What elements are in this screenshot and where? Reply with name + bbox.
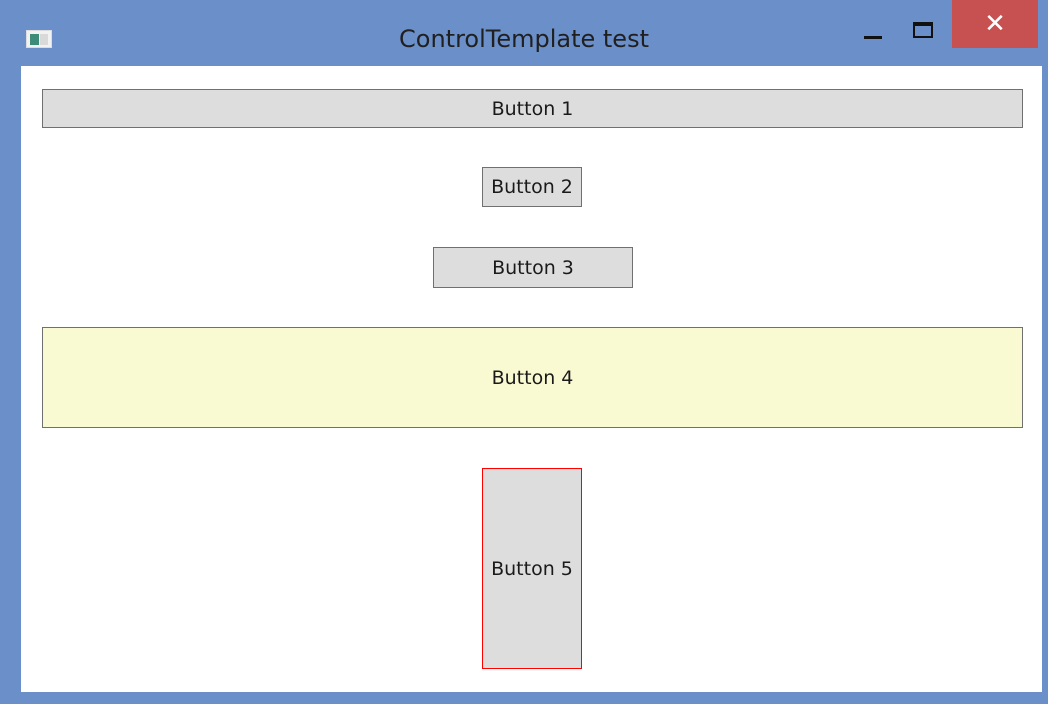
button-4[interactable]: Button 4: [42, 327, 1023, 428]
window-content: Button 1 Button 2 Button 3 Button 4 Butt…: [21, 66, 1042, 692]
maximize-icon: [913, 22, 933, 38]
button-2[interactable]: Button 2: [482, 167, 582, 207]
button-5[interactable]: Button 5: [482, 468, 582, 669]
app-window: ControlTemplate test ✕ Button 1 Button 2…: [0, 0, 1048, 704]
minimize-button[interactable]: [855, 0, 895, 48]
maximize-button[interactable]: [898, 0, 948, 48]
button-3[interactable]: Button 3: [433, 247, 633, 288]
close-icon: ✕: [984, 9, 1006, 39]
button-1[interactable]: Button 1: [42, 89, 1023, 128]
minimize-icon: [864, 36, 882, 39]
title-bar[interactable]: ControlTemplate test ✕: [0, 0, 1048, 66]
close-button[interactable]: ✕: [952, 0, 1038, 48]
